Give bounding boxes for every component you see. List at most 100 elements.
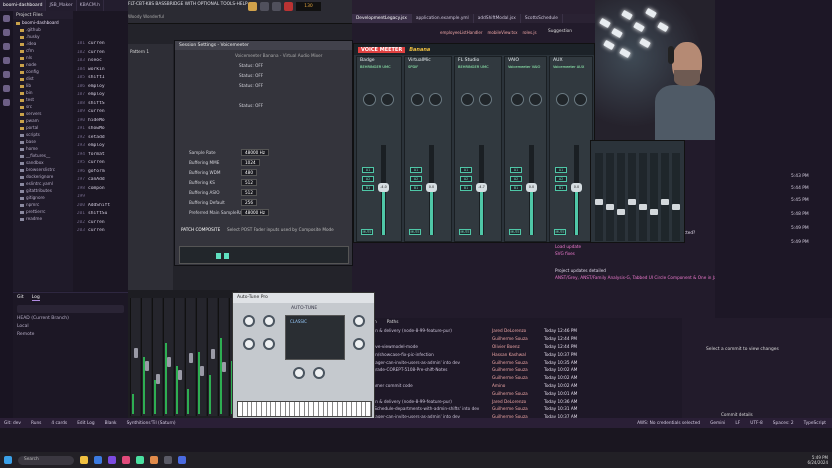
git-tab[interactable]: Git: [17, 295, 24, 301]
eq-knob[interactable]: [556, 93, 569, 106]
extensions-icon[interactable]: [3, 71, 10, 78]
explorer-item[interactable]: node: [13, 61, 73, 68]
mixer-strip[interactable]: [152, 298, 162, 416]
git-branch-item[interactable]: Remote: [13, 331, 128, 339]
bus-fader-handle[interactable]: [606, 204, 614, 210]
gain-fader-handle[interactable]: 0.0: [426, 183, 437, 192]
buffer-value[interactable]: 512: [241, 189, 257, 196]
paths-filter[interactable]: Paths: [387, 320, 399, 325]
git-branch-item[interactable]: HEAD (Current Branch): [13, 315, 128, 323]
eq-knob[interactable]: [363, 93, 376, 106]
bus-fader[interactable]: [628, 153, 636, 241]
indentation[interactable]: Spaces: 2: [773, 421, 794, 426]
code-line[interactable]: 196 goform: [73, 169, 128, 178]
bus-button[interactable]: A1: [510, 167, 522, 173]
mixer-fader[interactable]: [156, 374, 160, 384]
code-line[interactable]: 195 curren: [73, 160, 128, 169]
ide-icon[interactable]: [108, 456, 116, 464]
bus-button[interactable]: B1: [410, 185, 422, 191]
mixer-strip[interactable]: [218, 298, 228, 416]
code-line[interactable]: 190 hideMo: [73, 118, 128, 127]
code-line[interactable]: 203 curren: [73, 228, 128, 237]
sub-tab[interactable]: mobileView.tsx: [488, 30, 518, 35]
commit-row[interactable]: origin & delivery (node-8-99-feature-pur…: [352, 397, 682, 405]
commit-row[interactable]: origin/showcase-fix-pic-infection Hassan …: [352, 350, 682, 358]
mixer-strip[interactable]: [174, 298, 184, 416]
record-icon[interactable]: [284, 2, 293, 11]
explorer-item[interactable]: readme: [13, 215, 73, 222]
explorer-item[interactable]: test: [13, 96, 73, 103]
explorer-item[interactable]: cfm: [13, 47, 73, 54]
code-line[interactable]: 187 employ: [73, 92, 128, 101]
patch-insert-active[interactable]: [224, 253, 229, 259]
tempo-display[interactable]: 130: [296, 2, 321, 11]
status-item[interactable]: Runs: [31, 421, 41, 426]
bus-button[interactable]: B1: [460, 185, 472, 191]
app-icon[interactable]: [178, 456, 186, 464]
status-item[interactable]: Synthitions'Til (Saturn): [127, 421, 176, 426]
strip-device[interactable]: SPDIF: [405, 64, 451, 70]
status-item[interactable]: 4 cards: [51, 421, 67, 426]
app-icon[interactable]: [122, 456, 130, 464]
code-line[interactable]: 198 compon: [73, 186, 128, 195]
commit-row[interactable]: Guilherme Souza Today 12:44 PM: [352, 335, 682, 343]
strip-name[interactable]: FL Studio: [455, 57, 501, 64]
code-line[interactable]: 193 employ: [73, 143, 128, 152]
strip-name[interactable]: VAIO: [505, 57, 546, 64]
git-branch-item[interactable]: Local: [13, 323, 128, 331]
explorer-item[interactable]: portal: [13, 124, 73, 131]
database-icon[interactable]: [3, 85, 10, 92]
bus-button[interactable]: A2: [555, 176, 567, 182]
mixer-fader[interactable]: [200, 366, 204, 376]
commit-row[interactable]: Guilherme Souza Today 10:02 AM: [352, 374, 682, 382]
bus-button[interactable]: A1: [555, 167, 567, 173]
eq-knob[interactable]: [411, 93, 424, 106]
terminal-icon[interactable]: [164, 456, 172, 464]
bus-button[interactable]: A1: [410, 167, 422, 173]
explorer-root[interactable]: boomi-dashboard: [13, 19, 73, 26]
daw-icon[interactable]: [150, 456, 158, 464]
commit-row[interactable]: DaySchedule-departments-with-admin-shift…: [352, 405, 682, 413]
code-line[interactable]: 197 canAdd: [73, 177, 128, 186]
patch-insert-active[interactable]: [216, 253, 221, 259]
commit-row[interactable]: manager-can-invite-users-as-admin' into …: [352, 358, 682, 366]
git-icon[interactable]: [3, 43, 10, 50]
bus-fader[interactable]: [639, 153, 647, 241]
bus-fader-handle[interactable]: [617, 209, 625, 215]
stop-icon[interactable]: [272, 2, 281, 11]
piano-key[interactable]: [366, 402, 371, 416]
code-line[interactable]: 183 nseoc: [73, 58, 128, 67]
explorer-item[interactable]: __fixtures__: [13, 152, 73, 159]
gain-fader-handle[interactable]: 0.0: [571, 183, 582, 192]
git-filter-input[interactable]: [17, 305, 124, 313]
explorer-item[interactable]: npmrc: [13, 201, 73, 208]
code-line[interactable]: 201 shiftSu: [73, 211, 128, 220]
input-type-knob[interactable]: [243, 315, 255, 327]
explorer-item[interactable]: base: [13, 138, 73, 145]
mixer-strip[interactable]: [141, 298, 151, 416]
strip-device[interactable]: Voicemeeter VAIO: [505, 64, 546, 70]
retune-knob[interactable]: [353, 315, 365, 327]
explorer-item[interactable]: dockerignore: [13, 173, 73, 180]
piano-keyboard[interactable]: [237, 401, 372, 417]
humanize-knob[interactable]: [243, 338, 255, 350]
gain-fader-handle[interactable]: -4.7: [476, 183, 487, 192]
code-line[interactable]: 189 curren: [73, 109, 128, 118]
taskbar-clock[interactable]: 5:49 PM 6/24/2024: [807, 455, 828, 465]
bus-button[interactable]: B1: [510, 185, 522, 191]
editor-tab[interactable]: application.example.yml: [412, 14, 474, 23]
mixer-fader[interactable]: [189, 353, 193, 363]
mixer-strip[interactable]: [163, 298, 173, 416]
strip-name[interactable]: VirtualMic: [405, 57, 451, 64]
mute-button[interactable]: MUTE: [554, 229, 566, 235]
ide-tab[interactable]: JSB_Maker: [46, 0, 77, 11]
bus-fader-handle[interactable]: [639, 204, 647, 210]
code-line[interactable]: 181 curren: [73, 41, 128, 50]
buffer-value[interactable]: 1024: [241, 159, 260, 166]
bus-fader[interactable]: [672, 153, 680, 241]
bus-fader[interactable]: [595, 153, 603, 241]
explorer-item[interactable]: prettierrc: [13, 208, 73, 215]
code-line[interactable]: 182 curren: [73, 50, 128, 59]
explorer-item[interactable]: pwam: [13, 117, 73, 124]
explorer-item[interactable]: sandbox: [13, 159, 73, 166]
